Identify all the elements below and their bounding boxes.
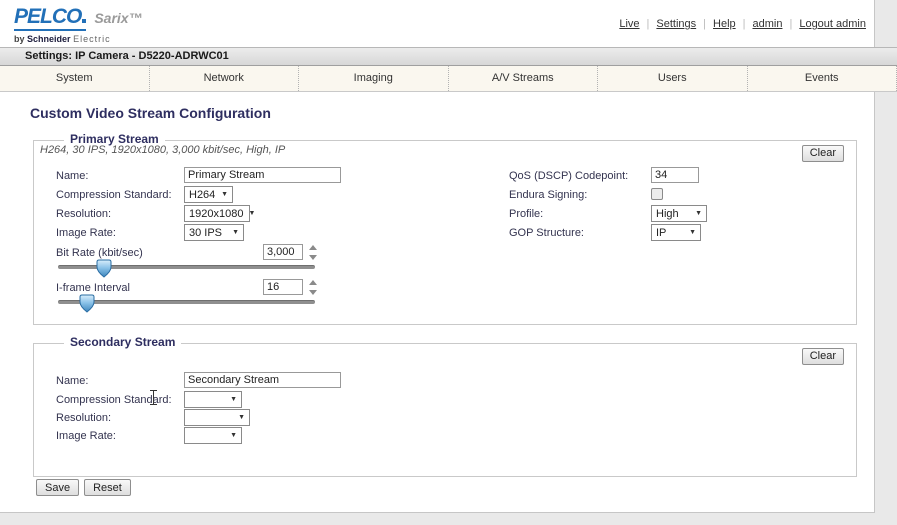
- tab-network[interactable]: Network: [150, 66, 300, 91]
- spinner-down-icon[interactable]: [309, 255, 317, 260]
- sarix-product-text: Sarix™: [94, 10, 142, 26]
- name-label: Name:: [56, 375, 88, 387]
- tab-system[interactable]: System: [0, 66, 150, 91]
- secondary-stream-fieldset: Secondary Stream Clear Name: Compression…: [33, 343, 857, 477]
- nav-link-admin[interactable]: admin: [746, 18, 790, 30]
- pelco-logo-dot-icon: [82, 19, 86, 23]
- iframe-interval-input[interactable]: [263, 279, 303, 295]
- bit-rate-slider-handle[interactable]: [96, 259, 112, 278]
- resolution-label: Resolution:: [56, 412, 111, 424]
- spinner-up-icon[interactable]: [309, 245, 317, 250]
- page: PELCO Sarix™ by Schneider Electric Live …: [0, 0, 897, 525]
- dropdown-arrow-icon: ▼: [232, 229, 239, 236]
- secondary-clear-button[interactable]: Clear: [802, 348, 844, 365]
- dropdown-arrow-icon: ▼: [689, 229, 696, 236]
- resolution-label: Resolution:: [56, 208, 111, 220]
- tab-imaging[interactable]: Imaging: [299, 66, 449, 91]
- secondary-stream-legend: Secondary Stream: [64, 335, 181, 349]
- primary-resolution-select[interactable]: 1920x1080 ▼: [184, 205, 250, 222]
- save-button[interactable]: Save: [36, 479, 79, 496]
- dropdown-arrow-icon: ▼: [238, 414, 245, 421]
- gop-structure-label: GOP Structure:: [509, 227, 584, 239]
- secondary-compression-select[interactable]: ▼: [184, 391, 242, 408]
- nav-link-help[interactable]: Help: [706, 18, 743, 30]
- top-nav: Live | Settings | Help | admin | Logout …: [612, 18, 873, 30]
- primary-stream-summary: H264, 30 IPS, 1920x1080, 3,000 kbit/sec,…: [40, 144, 285, 156]
- profile-select[interactable]: High ▼: [651, 205, 707, 222]
- spinner-down-icon[interactable]: [309, 290, 317, 295]
- dropdown-arrow-icon: ▼: [230, 396, 237, 403]
- tab-events[interactable]: Events: [748, 66, 897, 91]
- nav-link-settings[interactable]: Settings: [649, 18, 703, 30]
- tab-users[interactable]: Users: [598, 66, 748, 91]
- qos-input[interactable]: [651, 167, 699, 183]
- dropdown-arrow-icon: ▼: [221, 191, 228, 198]
- secondary-image-rate-select[interactable]: ▼: [184, 427, 242, 444]
- reset-button[interactable]: Reset: [84, 479, 131, 496]
- image-rate-label: Image Rate:: [56, 227, 116, 239]
- pelco-logo-underline: [14, 29, 86, 31]
- bit-rate-spinner[interactable]: [307, 245, 318, 260]
- primary-clear-button[interactable]: Clear: [802, 145, 844, 162]
- primary-name-input[interactable]: [184, 167, 341, 183]
- tab-av-streams[interactable]: A/V Streams: [449, 66, 599, 91]
- endura-signing-label: Endura Signing:: [509, 189, 587, 201]
- secondary-name-input[interactable]: [184, 372, 341, 388]
- bit-rate-label: Bit Rate (kbit/sec): [56, 247, 143, 259]
- primary-compression-select[interactable]: H264 ▼: [184, 186, 233, 203]
- settings-title-bar: Settings: IP Camera - D5220-ADRWC01: [0, 47, 897, 66]
- secondary-resolution-select[interactable]: ▼: [184, 409, 250, 426]
- form-actions: Save Reset: [36, 479, 131, 496]
- primary-image-rate-select[interactable]: 30 IPS ▼: [184, 224, 244, 241]
- text-cursor-icon: [149, 390, 158, 405]
- nav-link-logout[interactable]: Logout admin: [792, 18, 873, 30]
- primary-stream-fieldset: Primary Stream H264, 30 IPS, 1920x1080, …: [33, 140, 857, 325]
- pelco-brand-text: PELCO: [14, 6, 81, 28]
- iframe-interval-label: I-frame Interval: [56, 282, 130, 294]
- image-rate-label: Image Rate:: [56, 430, 116, 442]
- endura-signing-checkbox[interactable]: [651, 188, 663, 200]
- dropdown-arrow-icon: ▼: [695, 210, 702, 217]
- gop-structure-select[interactable]: IP ▼: [651, 224, 701, 241]
- iframe-interval-slider-track[interactable]: [58, 300, 315, 304]
- iframe-interval-slider-handle[interactable]: [79, 294, 95, 313]
- qos-label: QoS (DSCP) Codepoint:: [509, 170, 628, 182]
- dropdown-arrow-icon: ▼: [230, 432, 237, 439]
- tab-bar: System Network Imaging A/V Streams Users…: [0, 66, 897, 92]
- spinner-up-icon[interactable]: [309, 280, 317, 285]
- pelco-logo: PELCO Sarix™ by Schneider Electric: [14, 6, 143, 44]
- schneider-byline: by Schneider Electric: [14, 34, 143, 44]
- compression-standard-label: Compression Standard:: [56, 189, 172, 201]
- bit-rate-input[interactable]: [263, 244, 303, 260]
- iframe-interval-spinner[interactable]: [307, 280, 318, 295]
- name-label: Name:: [56, 170, 88, 182]
- nav-link-live[interactable]: Live: [612, 18, 646, 30]
- page-title: Custom Video Stream Configuration: [30, 105, 271, 121]
- dropdown-arrow-icon: ▼: [248, 210, 255, 217]
- profile-label: Profile:: [509, 208, 543, 220]
